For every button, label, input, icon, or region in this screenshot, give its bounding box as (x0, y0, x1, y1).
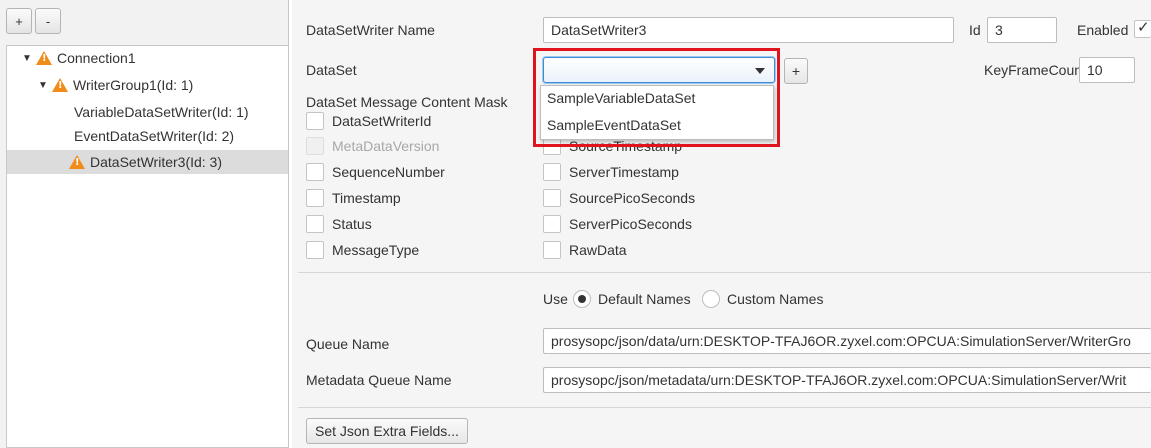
checkbox-sourcepicoseconds[interactable] (543, 189, 561, 207)
add-button[interactable]: + (6, 8, 32, 34)
highlight-annotation (533, 48, 780, 147)
tree-item-connection[interactable]: ▼ Connection1 (7, 46, 288, 70)
queue-name-label: Queue Name (306, 336, 390, 352)
custom-names-radio[interactable] (702, 290, 720, 308)
keyframe-label: KeyFrameCount (984, 62, 1086, 78)
metadata-queue-name-input[interactable]: prosysopc/json/metadata/urn:DESKTOP-TFAJ… (543, 367, 1151, 393)
queue-name-input[interactable]: prosysopc/json/data/urn:DESKTOP-TFAJ6OR.… (543, 328, 1151, 354)
checkbox-label-sourcepicoseconds: SourcePicoSeconds (569, 190, 696, 206)
checkbox-label-serverpicoseconds: ServerPicoSeconds (569, 216, 692, 232)
checkbox-label-sequencenumber: SequenceNumber (332, 164, 445, 180)
expand-arrow-icon[interactable]: ▼ (37, 80, 49, 91)
custom-names-label: Custom Names (727, 291, 824, 307)
warning-icon (52, 78, 68, 92)
checkbox-serverpicoseconds[interactable] (543, 215, 561, 233)
checkbox-label-status: Status (332, 216, 372, 232)
set-json-extra-fields-button[interactable]: Set Json Extra Fields... (306, 418, 468, 444)
tree-view[interactable]: ▼ Connection1 ▼ WriterGroup1(Id: 1) Vari… (6, 45, 289, 448)
enabled-label: Enabled (1077, 22, 1129, 38)
left-panel: + - ▼ Connection1 ▼ WriterGroup1(Id: 1) … (0, 0, 289, 448)
enabled-checkbox[interactable]: ✓ (1134, 18, 1151, 38)
checkbox-status[interactable] (306, 215, 324, 233)
default-names-label: Default Names (598, 291, 691, 307)
checkbox-label-servertimestamp: ServerTimestamp (569, 164, 679, 180)
checkbox-label-metadataversion: MetaDataVersion (332, 138, 440, 154)
checkbox-rawdata[interactable] (543, 241, 561, 259)
tree-item-label: Connection1 (57, 50, 136, 66)
tree-item-event-writer[interactable]: EventDataSetWriter(Id: 2) (7, 124, 288, 148)
checkbox-sequencenumber[interactable] (306, 163, 324, 181)
tree-item-label: WriterGroup1(Id: 1) (73, 77, 194, 93)
tree-item-writer-group[interactable]: ▼ WriterGroup1(Id: 1) (7, 73, 288, 97)
id-input[interactable]: 3 (987, 17, 1057, 43)
checkbox-servertimestamp[interactable] (543, 163, 561, 181)
mask-label: DataSet Message Content Mask (306, 94, 508, 110)
separator (298, 272, 1151, 273)
checkbox-timestamp[interactable] (306, 189, 324, 207)
tree-item-label: EventDataSetWriter(Id: 2) (74, 128, 235, 144)
tree-item-label: DataSetWriter3(Id: 3) (90, 154, 223, 170)
checkbox-label-rawdata: RawData (569, 242, 627, 258)
checkbox-messagetype[interactable] (306, 241, 324, 259)
tree-item-selected-writer[interactable]: DataSetWriter3(Id: 3) (7, 150, 288, 174)
add-dataset-button[interactable]: + (784, 58, 808, 84)
use-label: Use (543, 291, 568, 307)
writer-name-input[interactable]: DataSetWriter3 (543, 17, 954, 43)
warning-icon (69, 155, 85, 169)
separator (298, 407, 1151, 408)
checkbox-label-datasetwriterid: DataSetWriterId (332, 113, 432, 129)
remove-button[interactable]: - (35, 8, 61, 34)
checkbox-label-timestamp: Timestamp (332, 190, 401, 206)
checkmark-icon: ✓ (1137, 18, 1150, 36)
checkbox-datasetwriterid[interactable] (306, 112, 324, 130)
writer-name-label: DataSetWriter Name (306, 22, 435, 38)
keyframe-input[interactable]: 10 (1079, 57, 1135, 83)
checkbox-label-messagetype: MessageType (332, 242, 420, 258)
dataset-label: DataSet (306, 62, 357, 78)
default-names-radio[interactable] (573, 290, 591, 308)
warning-icon (36, 51, 52, 65)
id-label: Id (969, 22, 981, 38)
expand-arrow-icon[interactable]: ▼ (21, 53, 33, 64)
tree-item-variable-writer[interactable]: VariableDataSetWriter(Id: 1) (7, 100, 288, 124)
checkbox-metadataversion (306, 137, 324, 155)
tree-item-label: VariableDataSetWriter(Id: 1) (74, 104, 249, 120)
metadata-queue-name-label: Metadata Queue Name (306, 372, 452, 388)
